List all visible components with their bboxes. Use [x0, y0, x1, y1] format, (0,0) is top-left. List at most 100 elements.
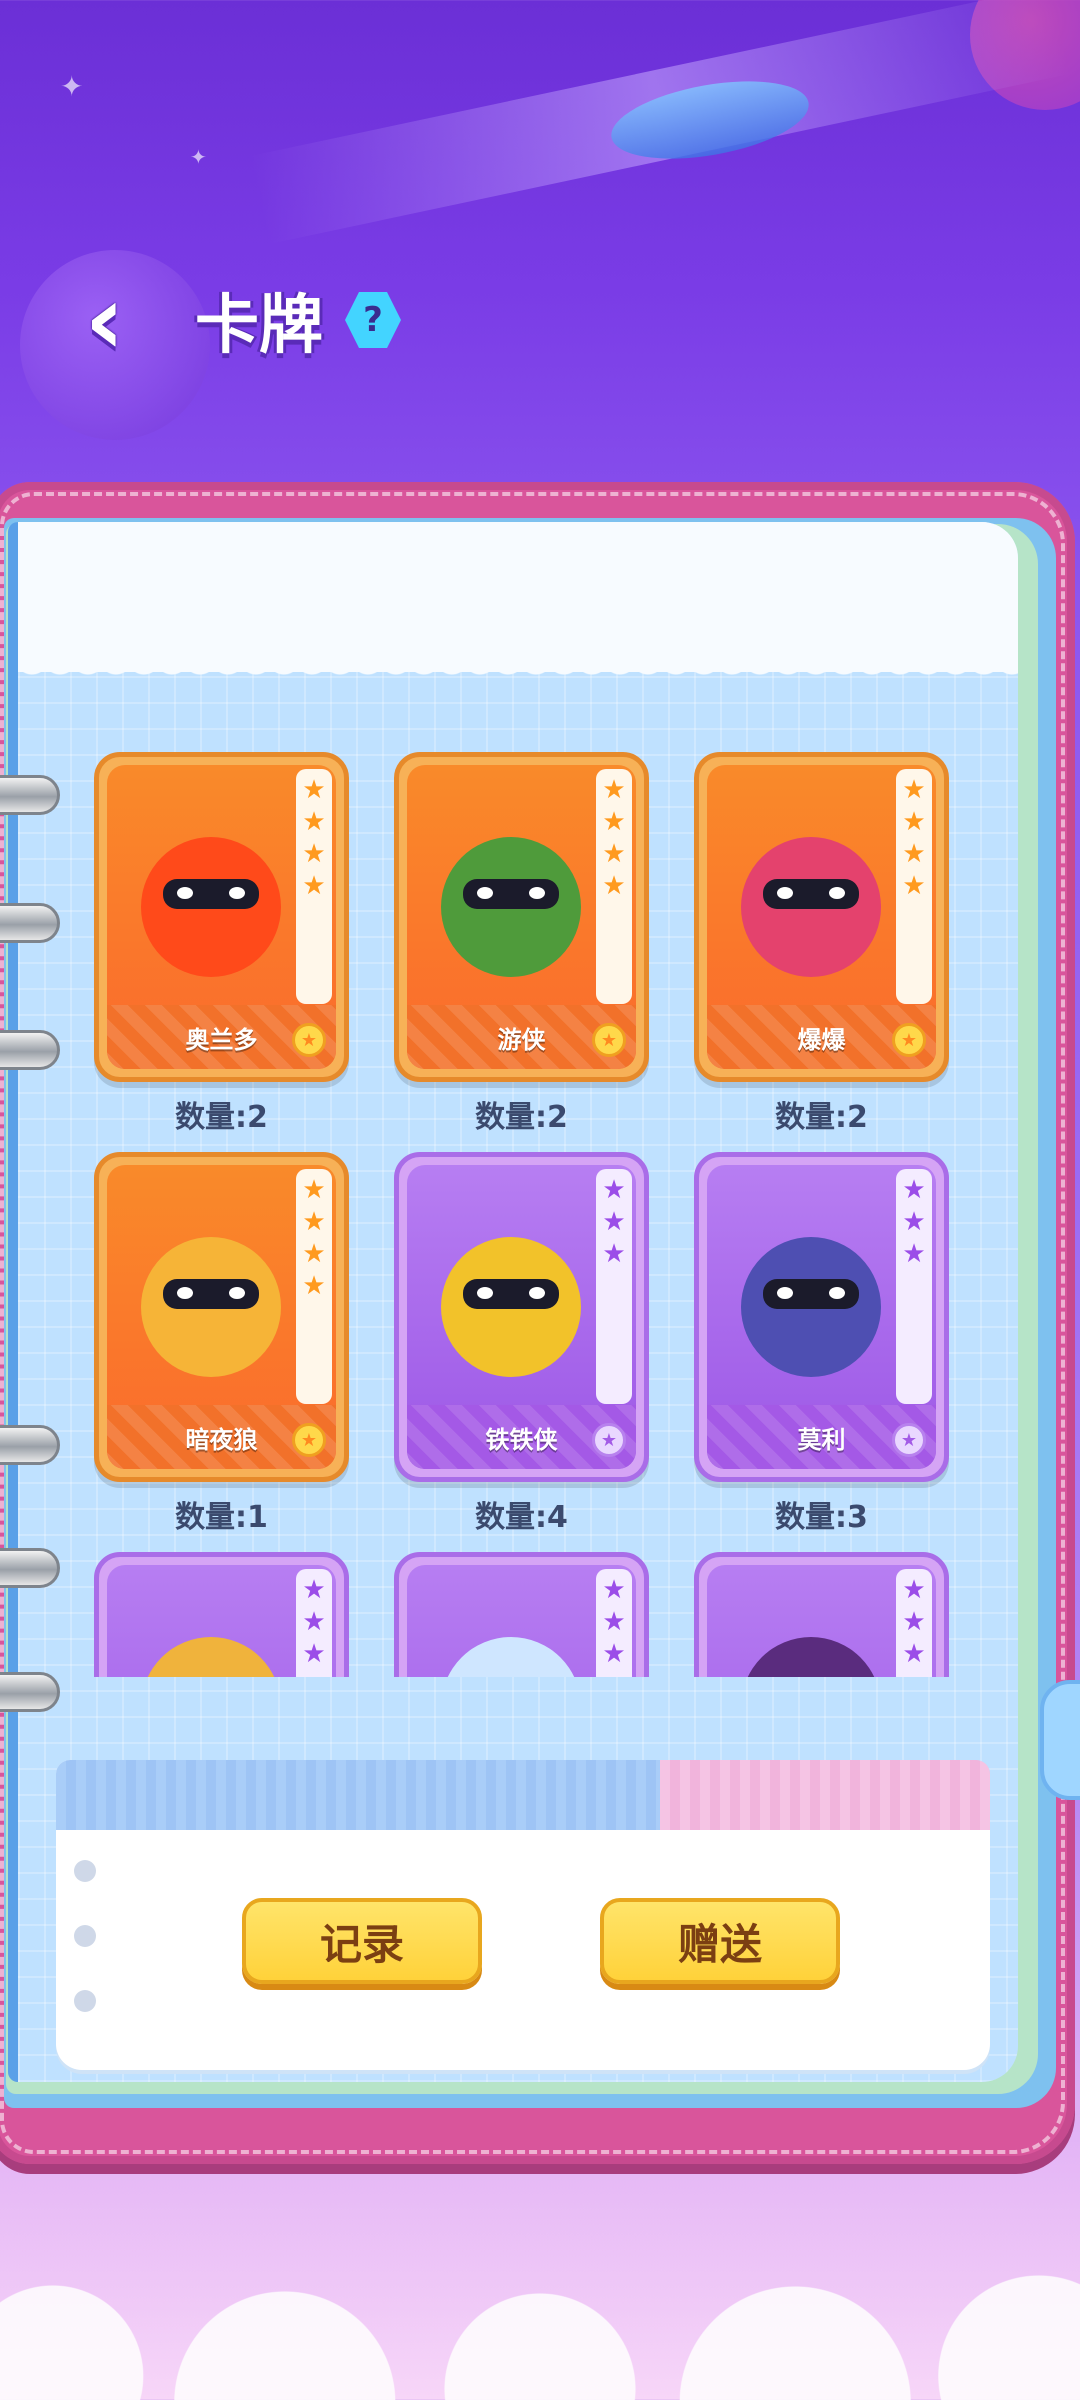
character-portrait: [721, 1587, 901, 1677]
star-icon: ★: [602, 807, 626, 837]
star-badge-icon: ★: [892, 1023, 926, 1057]
card-count: 数量:2: [475, 1100, 568, 1135]
decorative-tape: [56, 1760, 990, 1830]
card[interactable]: ★ ★ ★ ★ 暗夜狼 ★: [94, 1152, 349, 1482]
character-portrait: [121, 1187, 301, 1387]
star-badge-icon: ★: [592, 1023, 626, 1057]
clouds-decoration: [0, 2220, 1080, 2400]
card-slot[interactable]: ★ ★ ★ ★ 游侠 ★ 数量:2: [374, 752, 654, 1152]
star-icon: ★: [602, 839, 626, 869]
light-ribbon-decoration: [249, 0, 1071, 245]
star-icon: ★: [902, 1575, 926, 1605]
character-portrait: [421, 787, 601, 987]
help-button[interactable]: ?: [345, 292, 401, 348]
card-art: ★★★★: [407, 1565, 636, 1677]
star-icon: ★: [302, 1639, 326, 1669]
card-count: 数量:4: [475, 1500, 568, 1535]
card[interactable]: ★★★★: [694, 1552, 949, 1677]
star-icon: ★: [302, 775, 326, 805]
character-eyes: [463, 879, 559, 909]
star-rating: ★ ★ ★: [596, 1169, 632, 1404]
character-eyes: [763, 1279, 859, 1309]
binder-ring: [0, 1672, 60, 1712]
page-header-strip: [18, 522, 1018, 686]
star-icon: ★: [602, 1207, 626, 1237]
star-icon: ★: [602, 775, 626, 805]
star-icon: ★: [302, 1207, 326, 1237]
star-icon: ★: [902, 775, 926, 805]
back-button[interactable]: ‹‹: [30, 270, 140, 370]
card-slot[interactable]: ★★★★: [374, 1552, 654, 1677]
card-slot[interactable]: ★★★★: [74, 1552, 354, 1677]
card-name: 铁铁侠: [485, 1425, 558, 1454]
card-art: ★ ★ ★ 莫利 ★: [707, 1165, 936, 1469]
card[interactable]: ★ ★ ★ 铁铁侠 ★: [394, 1152, 649, 1482]
star-icon: ★: [302, 839, 326, 869]
punch-hole: [74, 1990, 96, 2012]
card[interactable]: ★ ★ ★ ★ 奥兰多 ★: [94, 752, 349, 1082]
star-icon: ★: [302, 1607, 326, 1637]
binder-ring: [0, 1030, 60, 1070]
record-button[interactable]: 记录: [242, 1898, 482, 1984]
card-name: 奥兰多: [185, 1025, 258, 1054]
star-icon: ★: [902, 1607, 926, 1637]
star-icon: ★: [302, 1239, 326, 1269]
card-slot[interactable]: ★ ★ ★ ★ 爆爆 ★ 数量:2: [674, 752, 954, 1152]
page-title: 卡牌: [195, 289, 323, 363]
card[interactable]: ★ ★ ★ ★ 游侠 ★: [394, 752, 649, 1082]
star-rating: ★ ★ ★: [296, 1569, 332, 1677]
binder-ring: [0, 1548, 60, 1588]
card-art: ★ ★ ★ ★ 游侠 ★: [407, 765, 636, 1069]
card-name: 莫利: [797, 1425, 846, 1454]
card[interactable]: ★★★★: [94, 1552, 349, 1677]
card-art: ★ ★ ★ 铁铁侠 ★: [407, 1165, 636, 1469]
star-icon: ★: [902, 1207, 926, 1237]
star-badge-icon: ★: [292, 1023, 326, 1057]
star-icon: ★: [902, 1239, 926, 1269]
star-icon: ★: [902, 871, 926, 901]
star-icon: ★: [302, 871, 326, 901]
card[interactable]: ★★★★: [394, 1552, 649, 1677]
star-rating: ★ ★ ★: [896, 1569, 932, 1677]
sparkle-icon: ✦: [190, 145, 207, 169]
card-art: ★ ★ ★ ★ 爆爆 ★: [707, 765, 936, 1069]
card[interactable]: ★ ★ ★ 莫利 ★: [694, 1152, 949, 1482]
card-slot[interactable]: ★ ★ ★ ★ 暗夜狼 ★ 数量:1: [74, 1152, 354, 1552]
star-icon: ★: [302, 1575, 326, 1605]
star-icon: ★: [302, 1271, 326, 1301]
character-body: [441, 1637, 581, 1677]
card-art: ★ ★ ★ ★ 暗夜狼 ★: [107, 1165, 336, 1469]
card-name: 游侠: [497, 1025, 546, 1054]
star-badge-icon: ★: [592, 1423, 626, 1457]
character-eyes: [763, 879, 859, 909]
card-art: ★★★★: [707, 1565, 936, 1677]
star-icon: ★: [602, 1175, 626, 1205]
card-grid[interactable]: ★ ★ ★ ★ 奥兰多 ★ 数量:2 ★ ★ ★ ★ 游侠 ★ 数量:2 ★ ★ ★ ★ 爆爆 ★ 数量:2 ★ ★ ★ ★ 暗夜…: [74, 752, 994, 1677]
character-portrait: [721, 787, 901, 987]
ufo-decoration: [605, 68, 815, 172]
side-tab[interactable]: [1040, 1680, 1080, 1800]
star-icon: ★: [602, 1239, 626, 1269]
star-rating: ★ ★ ★: [896, 1169, 932, 1404]
star-icon: ★: [902, 1639, 926, 1669]
card-slot[interactable]: ★★★★: [674, 1552, 954, 1677]
planet-decoration: [970, 0, 1080, 110]
character-portrait: [421, 1187, 601, 1387]
card-slot[interactable]: ★ ★ ★ ★ 奥兰多 ★ 数量:2: [74, 752, 354, 1152]
card-slot[interactable]: ★ ★ ★ 莫利 ★ 数量:3: [674, 1152, 954, 1552]
star-rating: ★ ★ ★ ★: [896, 769, 932, 1004]
star-icon: ★: [602, 1639, 626, 1669]
card-name: 爆爆: [797, 1025, 846, 1054]
star-icon: ★: [302, 807, 326, 837]
character-portrait: [121, 1587, 301, 1677]
star-rating: ★ ★ ★ ★: [296, 769, 332, 1004]
star-rating: ★ ★ ★: [596, 1569, 632, 1677]
star-icon: ★: [902, 839, 926, 869]
card[interactable]: ★ ★ ★ ★ 爆爆 ★: [694, 752, 949, 1082]
card-count: 数量:3: [775, 1500, 868, 1535]
card-slot[interactable]: ★ ★ ★ 铁铁侠 ★ 数量:4: [374, 1152, 654, 1552]
character-portrait: [421, 1587, 601, 1677]
gift-button[interactable]: 赠送: [600, 1898, 840, 1984]
card-art: ★★★★: [107, 1565, 336, 1677]
star-icon: ★: [602, 871, 626, 901]
